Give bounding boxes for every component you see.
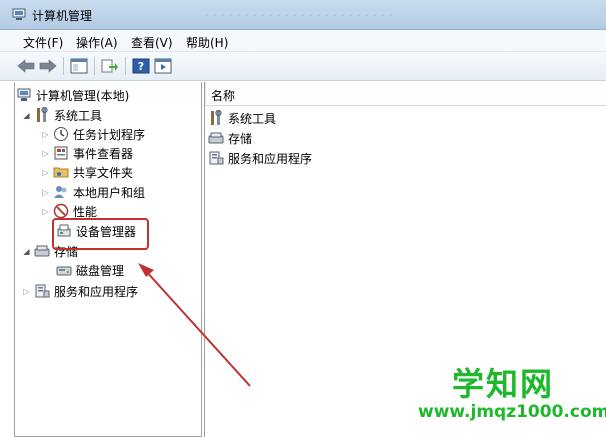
watermark-title: 学知网 bbox=[451, 365, 554, 403]
watermark: 学知网 www.jmqz1000.com bbox=[418, 365, 606, 422]
watermark-url: www.jmqz1000.com bbox=[418, 402, 606, 422]
